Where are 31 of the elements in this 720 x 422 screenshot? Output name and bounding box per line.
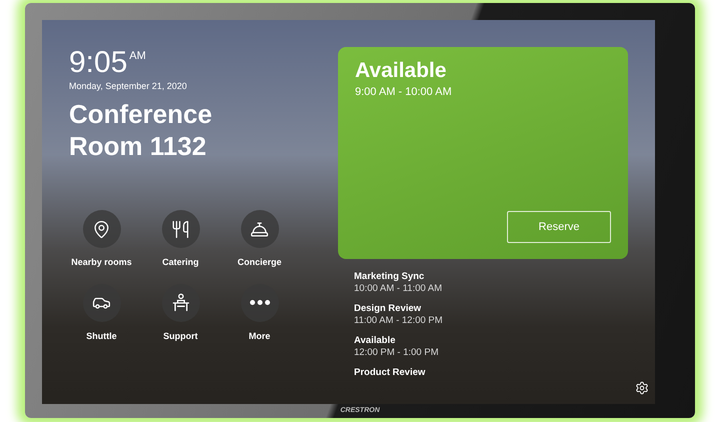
more-icon (250, 300, 270, 305)
service-label: Shuttle (86, 330, 117, 342)
meeting-time: 12:00 PM - 1:00 PM (354, 347, 440, 359)
clock-time: 9:05 (69, 46, 128, 80)
map-pin-icon (92, 220, 111, 238)
date-text: Monday, September 21, 2020 (69, 80, 188, 92)
clock-meridiem: AM (129, 49, 146, 64)
meeting-time: 10:00 AM - 11:00 AM (354, 283, 444, 295)
service-button[interactable]: Shuttle (62, 284, 141, 343)
service-label: Support (163, 330, 198, 343)
meeting-title: Design Review (354, 303, 422, 315)
concierge-bell-icon (250, 220, 269, 238)
service-button[interactable]: Support (141, 284, 220, 343)
meeting-time: 11:00 AM - 12:00 PM (354, 315, 444, 327)
fork-knife-icon (171, 220, 190, 238)
person-at-desk-icon (170, 292, 190, 312)
service-button[interactable]: Catering (141, 210, 220, 270)
service-label: Nearby rooms (71, 256, 132, 269)
meeting-title: Marketing Sync (354, 271, 426, 283)
settings-icon[interactable] (635, 381, 649, 395)
service-button[interactable]: Concierge (220, 210, 299, 270)
meeting-title: Available (354, 335, 396, 347)
status-time: 9:00 AM - 10:00 AM (355, 85, 453, 100)
room-name: Conference Room 1132 (69, 98, 214, 162)
meeting-title: Product Review (354, 367, 426, 379)
service-label: Concierge (237, 256, 282, 269)
service-label: More (248, 330, 270, 342)
service-button[interactable]: More (220, 284, 299, 343)
status-title: Available (355, 58, 448, 84)
service-button[interactable]: Nearby rooms (62, 210, 141, 270)
service-label: Catering (162, 256, 199, 269)
